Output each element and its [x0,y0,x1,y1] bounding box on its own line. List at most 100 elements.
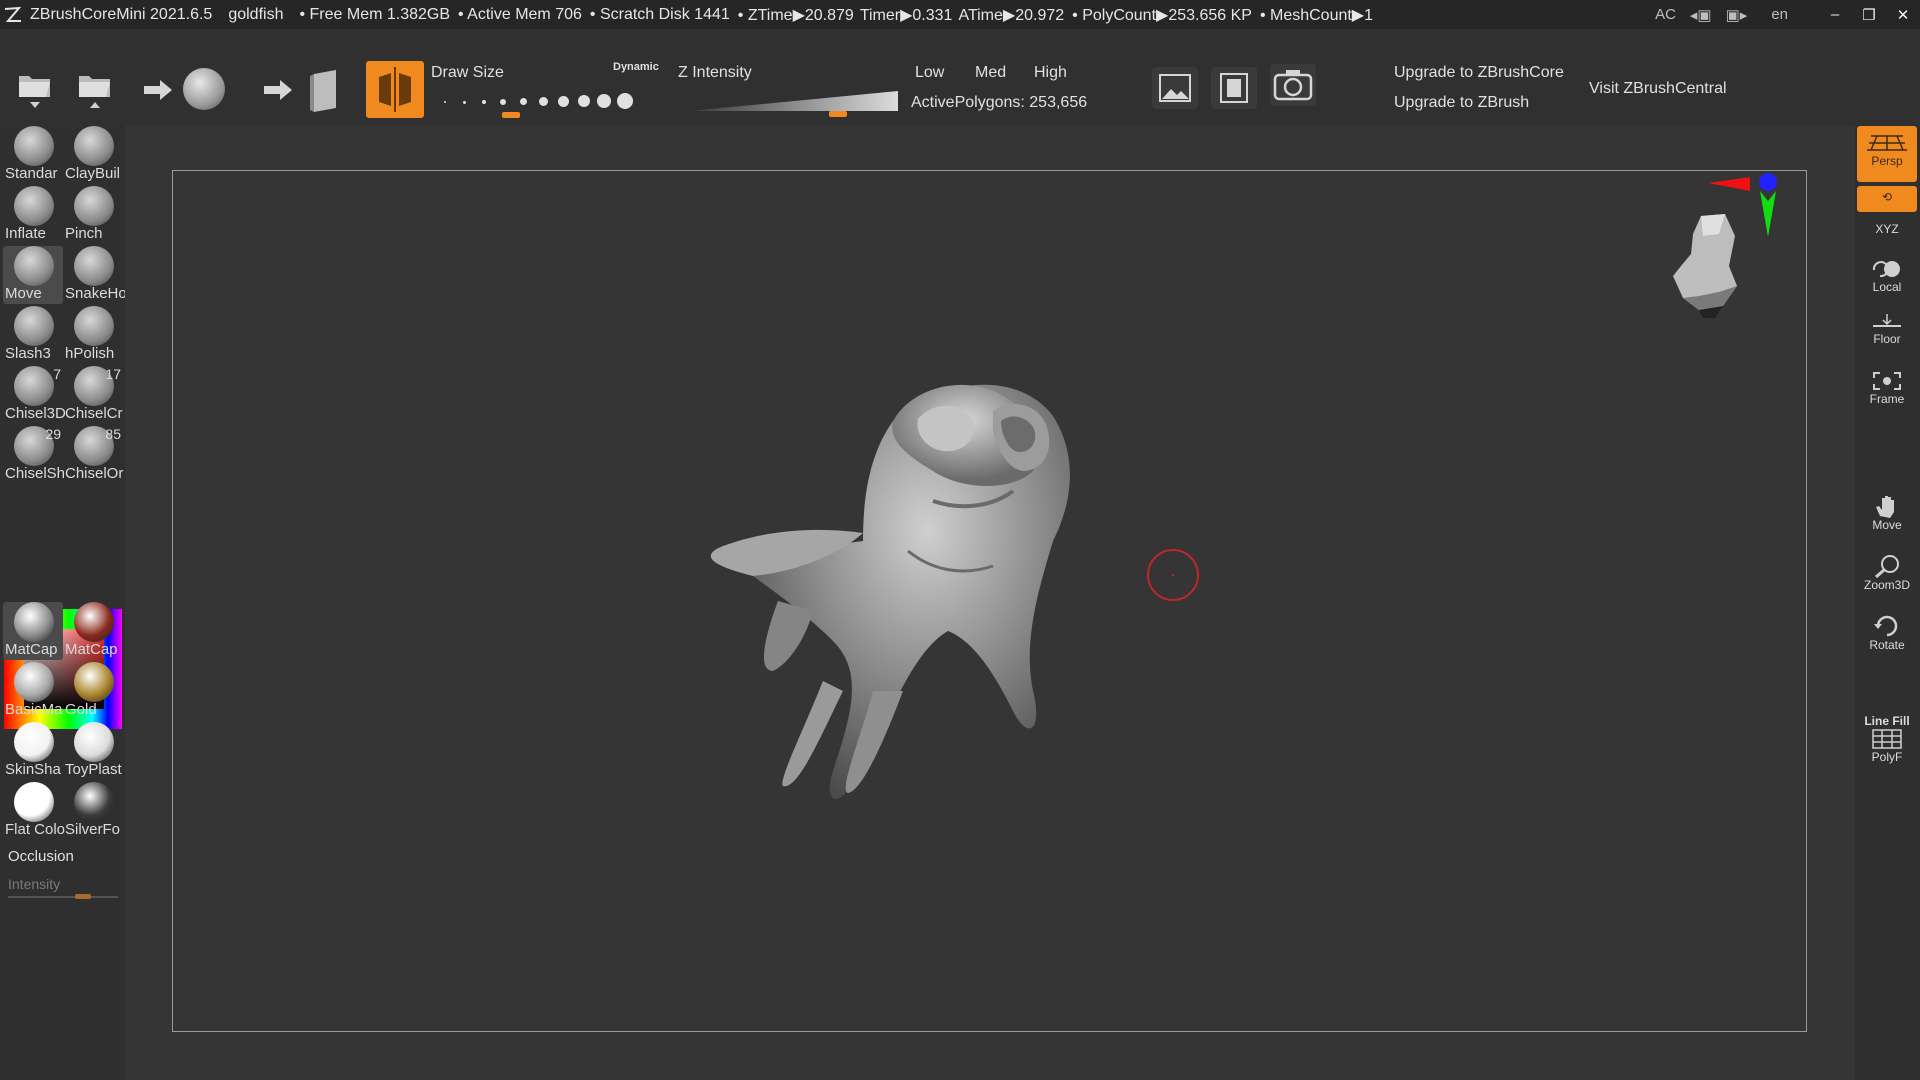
rotate-view-button[interactable]: Rotate [1857,614,1917,658]
screenshot-button[interactable] [1270,64,1316,106]
active-mem: • Active Mem 706 [458,5,582,23]
brush-label: SnakeHo [65,285,125,302]
sphere-tool-icon[interactable] [183,68,225,110]
intensity-label: Intensity [8,876,61,892]
z-intensity-slider[interactable] [690,87,898,117]
zoom3d-button[interactable]: Zoom3D [1857,554,1917,598]
brush-pinch[interactable]: Pinch [63,186,123,244]
low-button[interactable]: Low [915,64,944,82]
material-matcap[interactable]: MatCap [63,602,123,660]
brush-label: Move [5,285,42,302]
polyf-label: PolyF [1871,750,1903,764]
brush-thumbnail-icon [74,126,114,166]
brush-move[interactable]: Move [3,246,63,304]
high-button[interactable]: High [1034,64,1067,82]
size-dot [597,94,611,108]
brush-cursor [1147,549,1199,601]
upgrade-zbrushcore-link[interactable]: Upgrade to ZBrushCore [1394,64,1564,82]
orientation-head-icon[interactable] [1663,206,1753,326]
brush-label: Chisel3D [5,405,65,422]
intensity-knob[interactable] [75,894,91,899]
persp-button[interactable]: Persp [1857,126,1917,182]
restore-icon[interactable]: ❐ [1852,6,1886,24]
brush-chiselor[interactable]: 85 ChiselOr [63,426,123,484]
occlusion-label[interactable]: Occlusion [8,848,74,865]
canvas-viewport[interactable] [172,170,1807,1032]
med-button[interactable]: Med [975,64,1006,82]
material-sphere-icon [74,602,114,642]
camera-icon [1273,70,1313,101]
material-label: ToyPlast [65,761,122,778]
brush-label: Inflate [5,225,46,242]
material-basicma[interactable]: BasicMa [3,662,63,720]
visit-zbrushcentral-link[interactable]: Visit ZBrushCentral [1589,80,1727,98]
layout-next-icon[interactable]: ▣▸ [1726,6,1748,24]
brush-badge: 29 [45,426,61,442]
material-gold[interactable]: Gold [63,662,123,720]
brush-thumbnail-icon [14,306,54,346]
material-sphere-icon [14,782,54,822]
material-flat-colo[interactable]: Flat Colo [3,782,65,840]
minimize-icon[interactable]: – [1818,6,1852,23]
frame-label: Frame [1869,392,1905,406]
language-selector[interactable]: en [1771,6,1788,23]
close-icon[interactable]: ✕ [1886,6,1920,24]
material-sphere-icon [74,662,114,702]
material-matcap[interactable]: MatCap [3,602,63,660]
dynamic-label[interactable]: Dynamic [613,61,659,73]
active-polygons: ActivePolygons: 253,656 [911,94,1088,111]
draw-size-knob[interactable] [502,112,520,118]
z-intensity-knob[interactable] [829,111,847,117]
export-arrow-icon[interactable] [262,78,294,102]
draw-size-slider[interactable] [436,88,658,118]
symmetry-icon [379,67,411,112]
rotate-mini-icon: ⟲ [1881,190,1893,204]
brush-standar[interactable]: Standar [3,126,63,184]
persp-label: Persp [1871,154,1903,168]
material-sphere-icon [14,662,54,702]
material-toyplast[interactable]: ToyPlast [63,722,123,780]
brush-snakeho[interactable]: SnakeHo [63,246,125,304]
rotate-view-label: Rotate [1869,638,1905,652]
brush-label: hPolish [65,345,115,362]
polycount: • PolyCount▶253.656 KP [1072,6,1252,24]
size-dot [500,99,506,105]
brush-claybuil[interactable]: ClayBuil [63,126,123,184]
intensity-slider[interactable] [8,894,118,899]
import-arrow-icon[interactable] [142,78,174,102]
save-file-icon[interactable] [76,66,114,112]
move-view-button[interactable]: Move [1857,494,1917,538]
ac-label[interactable]: AC [1655,6,1676,23]
size-dot [558,96,569,107]
polyframe-button[interactable]: Line Fill PolyF [1857,714,1917,770]
brush-chiselsh[interactable]: 29 ChiselSh [3,426,65,484]
upgrade-zbrush-link[interactable]: Upgrade to ZBrush [1394,94,1529,112]
material-silverfo[interactable]: SilverFo [63,782,123,840]
bpr-render-button[interactable] [1152,67,1198,109]
material-skinsha[interactable]: SkinSha [3,722,63,780]
goldfish-mesh[interactable] [173,171,1808,1033]
plane-tool-icon[interactable] [308,68,342,114]
brush-inflate[interactable]: Inflate [3,186,63,244]
brush-hpolish[interactable]: hPolish [63,306,123,364]
xyz-button[interactable]: XYZ [1857,218,1917,244]
brush-chiselcr[interactable]: 17 ChiselCr [63,366,123,424]
material-sphere-icon [74,722,114,762]
size-dot [617,93,633,109]
size-dot [482,100,486,104]
material-label: MatCap [65,641,118,658]
open-file-icon[interactable] [16,66,54,112]
xyz-label: XYZ [1875,222,1899,236]
floor-button[interactable]: Floor [1857,310,1917,354]
brush-slash3[interactable]: Slash3 [3,306,63,364]
document-button[interactable] [1211,67,1257,109]
floor-grid-button[interactable]: ⟲ [1857,186,1917,212]
frame-button[interactable]: Frame [1857,370,1917,414]
layout-prev-icon[interactable]: ◂▣ [1690,6,1712,24]
local-button[interactable]: Local [1857,258,1917,302]
brush-thumbnail-icon [14,186,54,226]
zoom-icon [1875,555,1899,578]
brush-chisel3d[interactable]: 7 Chisel3D [3,366,65,424]
atime: ATime▶20.972 [958,6,1065,24]
symmetry-button[interactable] [366,61,424,118]
